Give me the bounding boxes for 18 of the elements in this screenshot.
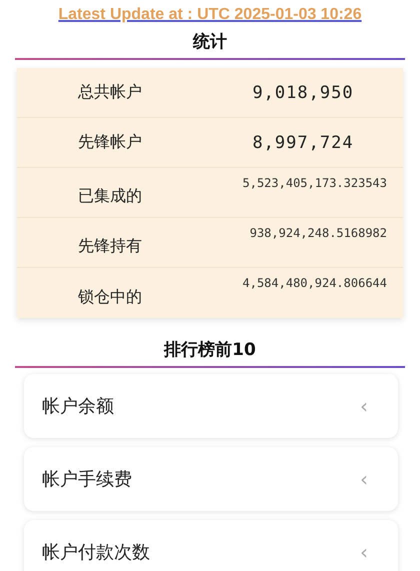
stat-value: 5,523,405,173.323543 <box>242 175 388 192</box>
section-title: 排行榜前10 <box>164 339 256 362</box>
stat-value: 4,584,480,924.806644 <box>242 275 388 292</box>
ranking-item[interactable]: 帐户手续费 ‹ <box>24 447 398 511</box>
stat-value: 8,997,724 <box>251 132 355 152</box>
ranking-item[interactable]: 帐户付款次数 ‹ <box>24 520 398 571</box>
chevron-icon: ‹ <box>360 394 368 418</box>
chevron-icon: ‹ <box>360 540 368 564</box>
stat-value: 9,018,950 <box>251 82 355 102</box>
stat-label: 已集成的 <box>77 186 143 207</box>
stat-label: 总共帐户 <box>77 82 143 103</box>
stat-value: 938,924,248.5168982 <box>248 225 388 242</box>
stat-label: 先锋帐户 <box>77 132 143 153</box>
section-title: 统计 <box>193 31 227 54</box>
stat-label: 锁仓中的 <box>77 287 143 308</box>
stat-label: 先锋持有 <box>77 236 143 257</box>
chevron-icon: ‹ <box>360 467 368 491</box>
ranking-item[interactable]: 帐户余额 ‹ <box>24 374 398 438</box>
